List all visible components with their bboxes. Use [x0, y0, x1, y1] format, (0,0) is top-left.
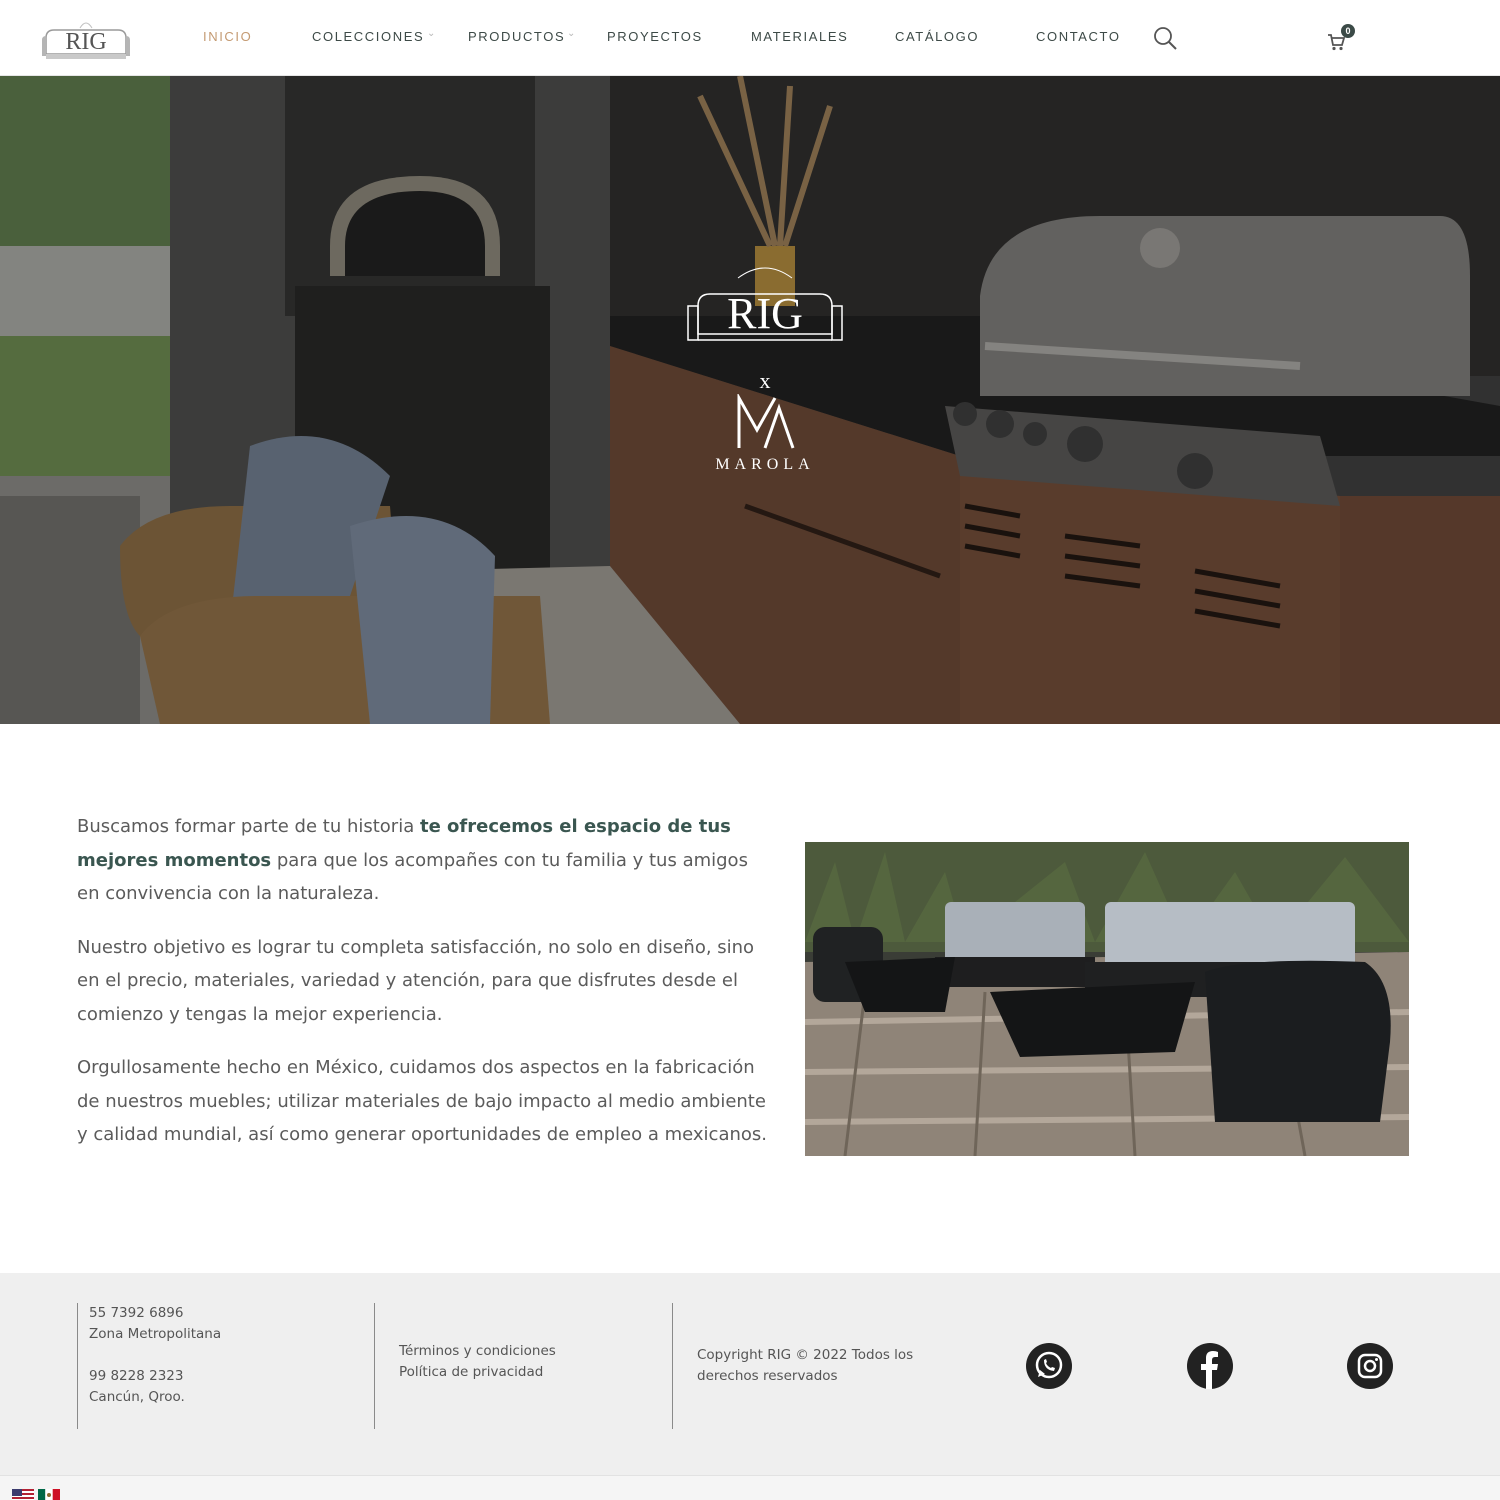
hero-separator: x [759, 368, 771, 393]
area-cancun: Cancún, Qroo. [89, 1389, 185, 1405]
whatsapp-icon[interactable] [1026, 1343, 1072, 1389]
nav-catalogo[interactable]: CATÁLOGO [895, 29, 979, 44]
cart-count-badge: 0 [1341, 24, 1355, 38]
nav-productos[interactable]: PRODUCTOS [468, 29, 565, 44]
footer-links: Términos y condiciones Política de priva… [374, 1303, 556, 1429]
chevron-down-icon[interactable]: ⌄ [427, 28, 435, 39]
phone-cancun[interactable]: 99 8228 2323 [89, 1366, 221, 1387]
site-header: RIG INICIO COLECCIONES ⌄ PRODUCTOS ⌄ PRO… [0, 0, 1500, 76]
site-footer: 55 7392 6896 Zona Metropolitana 99 8228 … [0, 1273, 1500, 1475]
intro-text-a: Buscamos formar parte de tu historia [77, 816, 420, 837]
nav-colecciones[interactable]: COLECCIONES [312, 29, 424, 44]
nav-inicio[interactable]: INICIO [203, 29, 252, 44]
nav-materiales[interactable]: MATERIALES [751, 29, 848, 44]
main-nav: INICIO COLECCIONES ⌄ PRODUCTOS ⌄ PROYECT… [0, 0, 1500, 76]
copyright-line-1: Copyright RIG © 2022 Todos los [697, 1347, 914, 1363]
hero-banner: RIG x MAROLA [0, 76, 1500, 724]
search-icon[interactable] [1152, 25, 1178, 51]
phone-cdmx[interactable]: 55 7392 6896 [89, 1303, 221, 1324]
instagram-icon[interactable] [1347, 1343, 1393, 1389]
intro-paragraph-2: Nuestro objetivo es lograr tu completa s… [77, 936, 755, 1025]
footer-copyright: Copyright RIG © 2022 Todos los derechos … [672, 1303, 913, 1429]
outdoor-furniture-photo [805, 842, 1409, 1156]
marola-mark-icon [737, 394, 795, 449]
partner-name: MAROLA [715, 456, 815, 473]
intro-text: Buscamos formar parte de tu historia te … [77, 810, 767, 1172]
hero-brand-lockup: RIG x MAROLA [680, 266, 850, 486]
flag-en-icon[interactable] [12, 1488, 34, 1500]
rig-sofa-logo: RIG [687, 267, 843, 341]
flag-mx-icon[interactable] [38, 1488, 60, 1500]
facebook-icon[interactable] [1187, 1343, 1233, 1389]
privacy-link[interactable]: Política de privacidad [399, 1362, 556, 1383]
language-bar [0, 1475, 1500, 1500]
footer-contact: 55 7392 6896 Zona Metropolitana 99 8228 … [77, 1303, 221, 1429]
area-cdmx: Zona Metropolitana [89, 1326, 222, 1342]
nav-proyectos[interactable]: PROYECTOS [607, 29, 703, 44]
cart-button[interactable]: 0 [1327, 24, 1361, 52]
terms-link[interactable]: Términos y condiciones [399, 1341, 556, 1362]
hero-logo-text: RIG [727, 289, 803, 338]
intro-paragraph-3: Orgullosamente hecho en México, cuidamos… [77, 1057, 767, 1145]
copyright-line-2: derechos reservados [697, 1368, 838, 1384]
chevron-down-icon[interactable]: ⌄ [567, 28, 575, 39]
nav-contacto[interactable]: CONTACTO [1036, 29, 1121, 44]
intro-paragraph-1: Buscamos formar parte de tu historia te … [77, 810, 767, 911]
